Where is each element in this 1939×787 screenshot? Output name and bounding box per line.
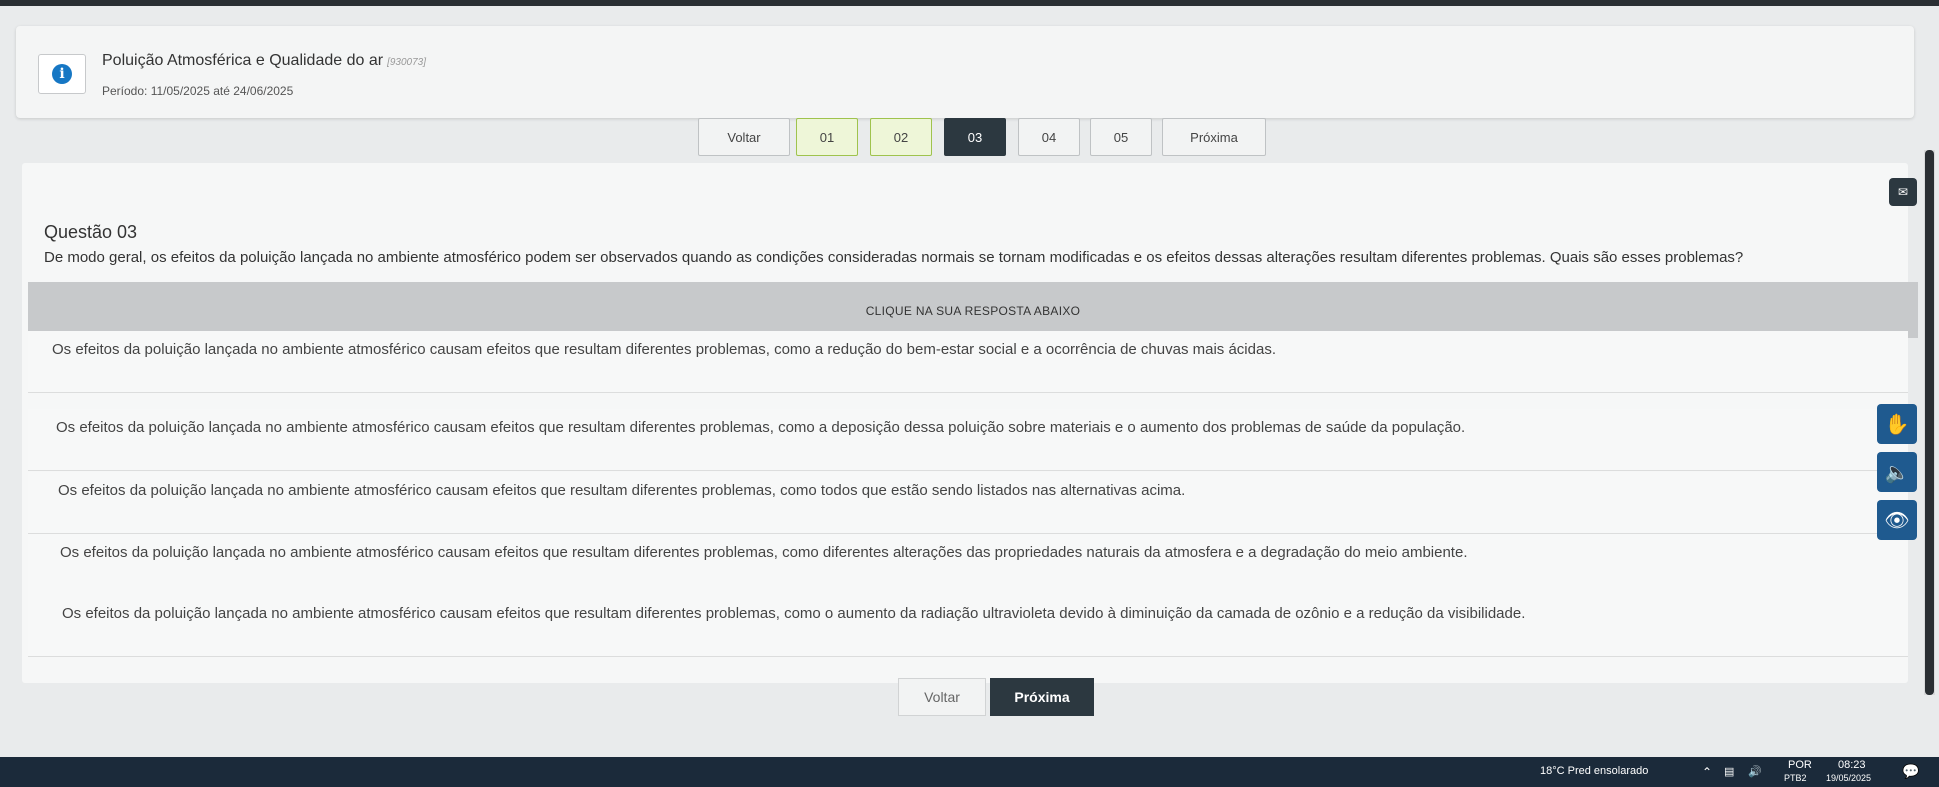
activity-period: Período: 11/05/2025 até 24/06/2025	[102, 84, 294, 98]
activity-code: [930073]	[387, 57, 426, 68]
answer-option-3[interactable]: Os efeitos da poluição lançada no ambien…	[28, 472, 1908, 534]
question-title: Questão 03	[44, 222, 138, 242]
answer-option-4[interactable]: Os efeitos da poluição lançada no ambien…	[28, 534, 1908, 596]
eye-icon[interactable]: 👁	[1877, 500, 1917, 540]
sign-language-icon[interactable]: ✋	[1877, 404, 1917, 444]
tray-network-icon[interactable]: ▤	[1724, 765, 1734, 778]
pager-next-button[interactable]: Próxima	[1162, 118, 1266, 156]
clock-date: 19/05/2025	[1826, 773, 1872, 783]
pager-back-button[interactable]: Voltar	[698, 118, 790, 156]
browser-top-strip	[0, 0, 1939, 6]
info-button[interactable]: i	[38, 54, 86, 94]
answer-option-2[interactable]: Os efeitos da poluição lançada no ambien…	[28, 409, 1908, 471]
pager-page-02[interactable]: 02	[870, 118, 932, 156]
answer-hint-bar: CLIQUE NA SUA RESPOSTA ABAIXO	[28, 282, 1918, 338]
audio-speaker-icon[interactable]: 🔈	[1877, 452, 1917, 492]
question-pager: Voltar 01 02 03 04 05 Próxima	[0, 118, 1939, 158]
notification-icon[interactable]: 💬	[1902, 763, 1919, 780]
bottom-back-button[interactable]: Voltar	[898, 678, 986, 716]
answer-option-5[interactable]: Os efeitos da poluição lançada no ambien…	[28, 595, 1908, 657]
language-indicator[interactable]: POR	[1788, 759, 1812, 771]
answer-option-text: Os efeitos da poluição lançada no ambien…	[60, 544, 1468, 561]
activity-header: i Poluição Atmosférica e Qualidade do ar…	[16, 26, 1914, 118]
pager-page-01[interactable]: 01	[796, 118, 858, 156]
info-icon: i	[52, 64, 72, 84]
weather-widget[interactable]: 18°C Pred ensolarado	[1540, 765, 1648, 777]
answer-option-text: Os efeitos da poluição lançada no ambien…	[56, 419, 1466, 436]
bottom-next-button[interactable]: Próxima	[990, 678, 1094, 716]
question-text: De modo geral, os efeitos da poluição la…	[44, 249, 1744, 266]
pager-page-04[interactable]: 04	[1018, 118, 1080, 156]
answer-option-text: Os efeitos da poluição lançada no ambien…	[58, 482, 1186, 499]
activity-title-text: Poluição Atmosférica e Qualidade do ar	[102, 52, 384, 69]
clock-time[interactable]: 08:23	[1838, 759, 1866, 771]
tray-volume-icon[interactable]: 🔊	[1748, 765, 1762, 778]
pager-page-05[interactable]: 05	[1090, 118, 1152, 156]
pager-page-03[interactable]: 03	[944, 118, 1006, 156]
activity-title: Poluição Atmosférica e Qualidade do ar [9…	[102, 52, 426, 70]
answer-option-text: Os efeitos da poluição lançada no ambien…	[62, 605, 1526, 622]
language-layout: PTB2	[1784, 773, 1807, 783]
answer-option-1[interactable]: Os efeitos da poluição lançada no ambien…	[28, 331, 1908, 393]
answer-hint-text: CLIQUE NA SUA RESPOSTA ABAIXO	[865, 304, 1081, 318]
tray-chevron-icon[interactable]: ⌃	[1702, 765, 1712, 779]
windows-taskbar: 18°C Pred ensolarado ⌃ ▤ 🔊 POR PTB2 08:2…	[0, 757, 1939, 787]
page-scrollbar-thumb[interactable]	[1925, 150, 1934, 695]
mail-icon[interactable]: ✉	[1889, 178, 1917, 206]
answer-option-text: Os efeitos da poluição lançada no ambien…	[52, 341, 1276, 358]
